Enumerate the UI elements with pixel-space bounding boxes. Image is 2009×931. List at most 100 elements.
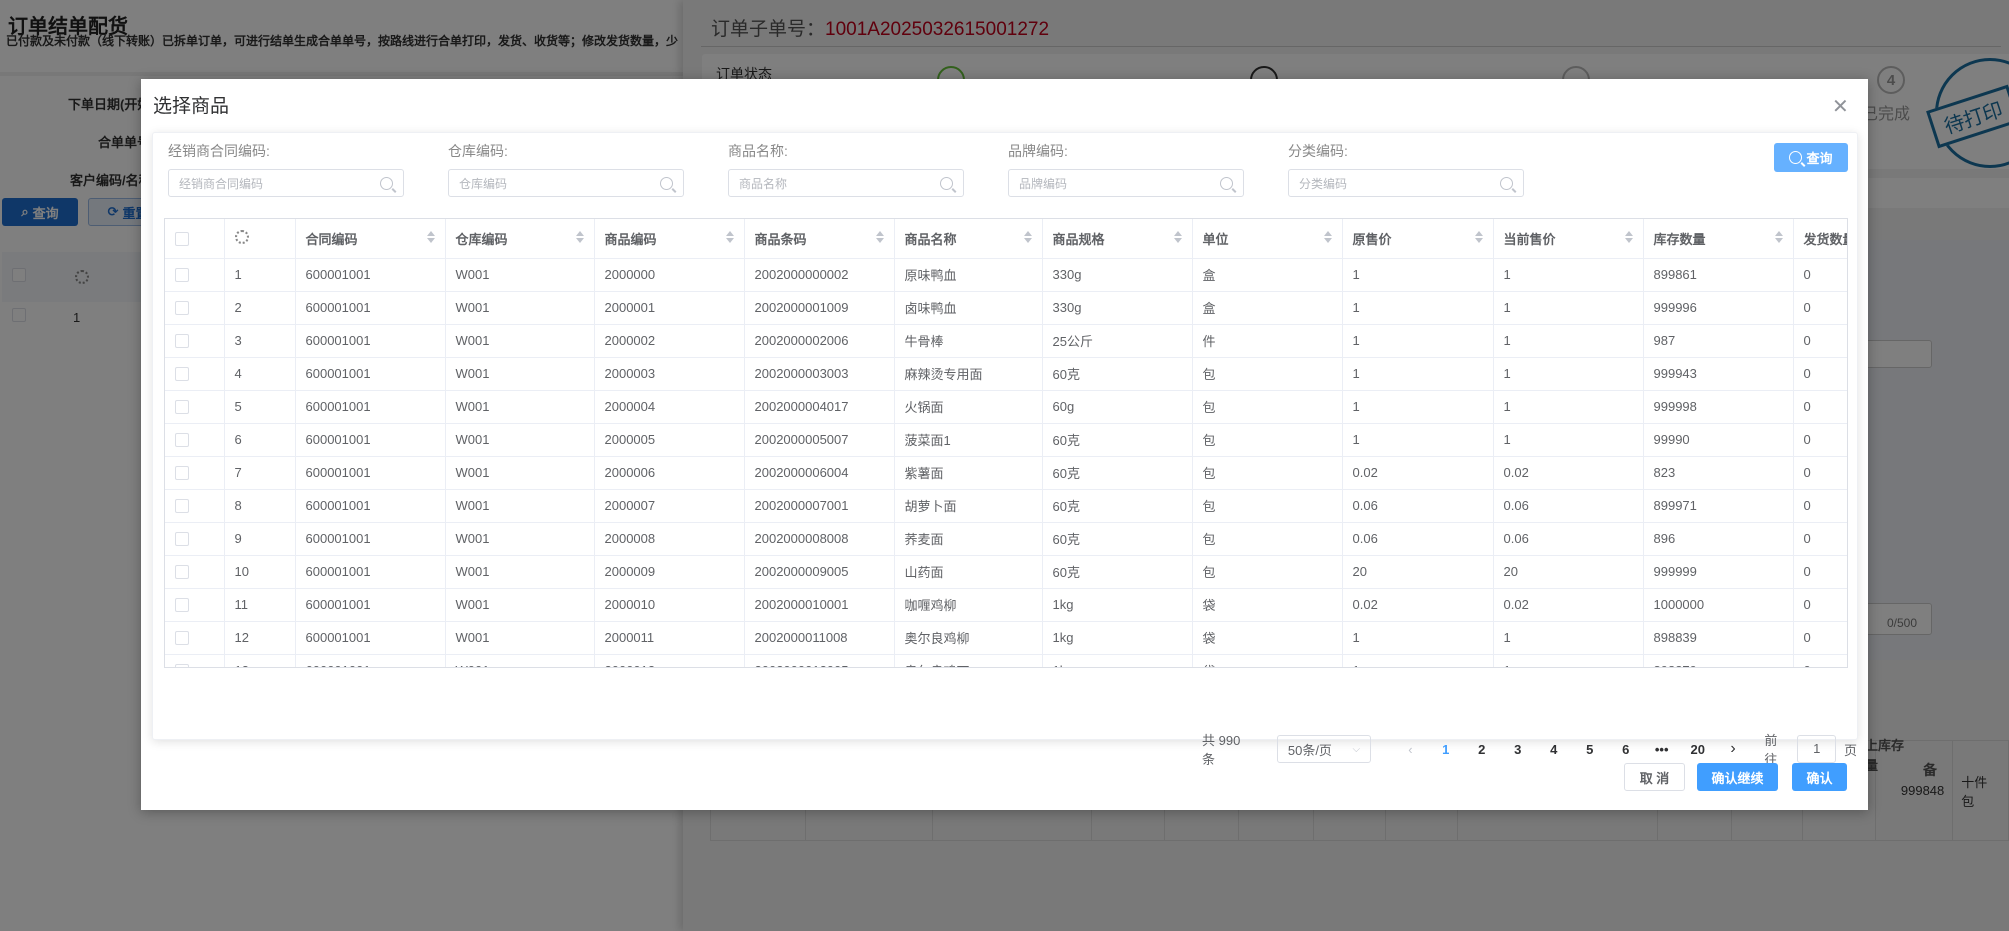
column-header[interactable]: 商品条码 xyxy=(744,219,895,259)
table-cell: 896 xyxy=(1643,522,1794,556)
table-row[interactable]: 10 600001001 W001 2000009 2002000009005 山药面 60… xyxy=(165,555,1847,589)
table-cell: W001 xyxy=(445,291,595,325)
table-cell: 包 xyxy=(1192,357,1343,391)
table-cell: 99990 xyxy=(1643,423,1794,457)
table-row[interactable]: 12 600001001 W001 2000011 2002000011008 奥尔良鸡柳… xyxy=(165,621,1847,655)
more-pages-button[interactable]: ••• xyxy=(1644,742,1680,757)
page-button[interactable]: 1 xyxy=(1428,742,1464,757)
confirm-continue-button[interactable]: 确认继续 xyxy=(1697,763,1778,791)
prev-page-button[interactable]: ‹ xyxy=(1393,742,1428,757)
close-icon[interactable]: ✕ xyxy=(1832,97,1849,117)
row-checkbox[interactable] xyxy=(175,400,189,415)
column-header-label: 商品条码 xyxy=(754,231,807,247)
table-row[interactable]: 7 600001001 W001 2000006 2002000006004 紫薯面 60克… xyxy=(165,456,1847,490)
column-header[interactable]: 单位 xyxy=(1192,219,1343,259)
table-cell: 600001001 xyxy=(295,654,446,667)
sort-icon[interactable] xyxy=(1774,230,1783,243)
gear-icon[interactable] xyxy=(234,229,249,244)
table-cell: 999999 xyxy=(1643,555,1794,589)
table-row[interactable]: 6 600001001 W001 2000005 2002000005007 菠菜面1 60… xyxy=(165,423,1847,457)
row-checkbox[interactable] xyxy=(175,301,189,316)
sort-icon[interactable] xyxy=(1474,230,1483,243)
column-header[interactable]: 发货数量 xyxy=(1793,219,1847,259)
column-header[interactable]: 商品名称 xyxy=(894,219,1043,259)
table-cell: 60g xyxy=(1042,390,1193,424)
select-all-checkbox[interactable] xyxy=(175,232,189,247)
row-checkbox[interactable] xyxy=(175,565,189,580)
table-cell: 0 xyxy=(1793,423,1847,457)
table-row[interactable]: 2 600001001 W001 2000001 2002000001009 卤味鸭血 33… xyxy=(165,291,1847,325)
table-row[interactable]: 1 600001001 W001 2000000 2002000000002 原味鸭血 33… xyxy=(165,258,1847,292)
row-checkbox-cell xyxy=(165,621,225,655)
table-row[interactable]: 3 600001001 W001 2000002 2002000002006 牛骨棒 25公… xyxy=(165,324,1847,358)
table-cell: 2000005 xyxy=(594,423,745,457)
column-header[interactable]: 商品规格 xyxy=(1042,219,1193,259)
table-cell: 盒 xyxy=(1192,258,1343,292)
row-checkbox[interactable] xyxy=(175,268,189,283)
sort-icon[interactable] xyxy=(426,230,435,243)
sort-icon[interactable] xyxy=(1624,230,1633,243)
row-checkbox[interactable] xyxy=(175,499,189,514)
column-header[interactable]: 当前售价 xyxy=(1493,219,1644,259)
table-cell: 1 xyxy=(1493,357,1644,391)
page-size-select[interactable]: 50条/页 ⌵ xyxy=(1276,735,1372,763)
table-row[interactable]: 9 600001001 W001 2000008 2002000008008 荞麦面 60克… xyxy=(165,522,1847,556)
filter-input[interactable]: 分类编码 xyxy=(1288,169,1524,197)
sort-icon[interactable] xyxy=(725,230,734,243)
row-checkbox[interactable] xyxy=(175,466,189,481)
page-button[interactable]: 4 xyxy=(1536,742,1572,757)
column-header[interactable]: 仓库编码 xyxy=(445,219,595,259)
goto-page-input[interactable]: 1 xyxy=(1797,735,1836,763)
row-checkbox[interactable] xyxy=(175,367,189,382)
confirm-button[interactable]: 确认 xyxy=(1792,763,1847,791)
filter-input[interactable]: 品牌编码 xyxy=(1008,169,1244,197)
row-checkbox[interactable] xyxy=(175,631,189,646)
sort-icon[interactable] xyxy=(875,230,884,243)
column-header-label: 商品规格 xyxy=(1052,231,1105,247)
page-button[interactable]: 20 xyxy=(1680,742,1716,757)
table-cell: 0 xyxy=(1793,621,1847,655)
sort-icon[interactable] xyxy=(1323,230,1332,243)
row-checkbox[interactable] xyxy=(175,532,189,547)
row-checkbox[interactable] xyxy=(175,433,189,448)
column-header[interactable]: 原售价 xyxy=(1342,219,1494,259)
table-row[interactable]: 13600001001W00120000122002000012005奥尔良鸡丁… xyxy=(165,654,1847,667)
filter-input[interactable]: 经销商合同编码 xyxy=(168,169,404,197)
row-checkbox[interactable] xyxy=(175,664,189,667)
page-button[interactable]: 2 xyxy=(1464,742,1500,757)
page-button[interactable]: 6 xyxy=(1608,742,1644,757)
row-checkbox[interactable] xyxy=(175,334,189,349)
table-cell: 2002000007001 xyxy=(744,489,895,523)
table-cell: 2002000002006 xyxy=(744,324,895,358)
table-cell: 0.06 xyxy=(1493,522,1644,556)
sort-icon[interactable] xyxy=(575,230,584,243)
column-header[interactable]: 库存数量 xyxy=(1643,219,1794,259)
goods-table[interactable]: 合同编码 仓库编码 商品编码 商品条码 商品名称 商品规格 单位 原售价 当前售价 库存数量 发货数… xyxy=(164,218,1848,668)
filter-input[interactable]: 仓库编码 xyxy=(448,169,684,197)
table-row[interactable]: 5 600001001 W001 2000004 2002000004017 火锅面 60g… xyxy=(165,390,1847,424)
table-cell: 1 xyxy=(1342,654,1494,667)
table-cell: 0.06 xyxy=(1342,522,1494,556)
table-row[interactable]: 4 600001001 W001 2000003 2002000003003 麻辣烫专用面… xyxy=(165,357,1847,391)
table-cell: 件 xyxy=(1192,324,1343,358)
row-checkbox[interactable] xyxy=(175,598,189,613)
sort-icon[interactable] xyxy=(1023,230,1032,243)
query-button[interactable]: 查询 xyxy=(1774,143,1848,172)
next-page-button[interactable]: › xyxy=(1716,740,1751,758)
filter-placeholder: 品牌编码 xyxy=(1019,176,1068,191)
table-cell: 898879 xyxy=(1643,654,1794,667)
table-cell: 2000008 xyxy=(594,522,745,556)
table-cell: 盒 xyxy=(1192,291,1343,325)
table-row[interactable]: 11 600001001 W001 2000010 2002000010001 咖喱鸡柳 1… xyxy=(165,588,1847,622)
table-cell: 60克 xyxy=(1042,555,1193,589)
column-header[interactable]: 商品编码 xyxy=(594,219,745,259)
table-cell: 奥尔良鸡柳 xyxy=(894,621,1043,655)
page-button[interactable]: 3 xyxy=(1500,742,1536,757)
sort-icon[interactable] xyxy=(1173,230,1182,243)
page-button[interactable]: 5 xyxy=(1572,742,1608,757)
table-row[interactable]: 8 600001001 W001 2000007 2002000007001 胡萝卜面 60… xyxy=(165,489,1847,523)
column-header[interactable]: 合同编码 xyxy=(295,219,446,259)
filter-input[interactable]: 商品名称 xyxy=(728,169,964,197)
search-icon xyxy=(380,176,393,190)
cancel-button[interactable]: 取 消 xyxy=(1624,763,1685,791)
